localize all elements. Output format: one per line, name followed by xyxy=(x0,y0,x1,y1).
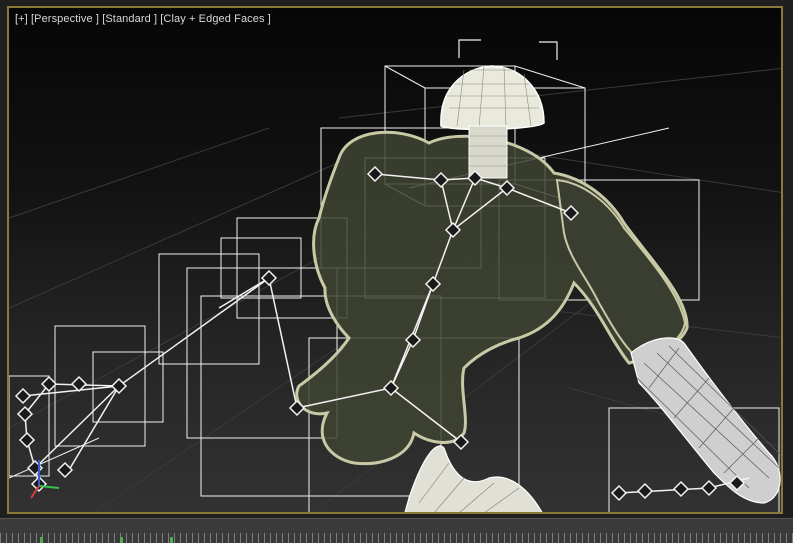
forearm-mesh xyxy=(630,337,781,504)
scene-canvas[interactable] xyxy=(9,8,783,514)
viewport-label[interactable]: [+] [Perspective ] [Standard ] [Clay + E… xyxy=(15,13,271,25)
viewport-frame: [+] [Perspective ] [Standard ] [Clay + E… xyxy=(0,0,793,518)
timeline-keyframe[interactable] xyxy=(120,537,123,543)
timeline-track[interactable] xyxy=(0,518,793,543)
timeline-keyframe[interactable] xyxy=(170,537,173,543)
viewport-menu-plus[interactable]: [+] xyxy=(15,13,28,25)
viewport-menu-mode[interactable]: [Clay + Edged Faces ] xyxy=(160,13,271,25)
neck-mesh xyxy=(468,125,508,179)
perspective-viewport[interactable]: [+] [Perspective ] [Standard ] [Clay + E… xyxy=(7,6,783,514)
character-mesh xyxy=(295,65,781,512)
selection-brackets xyxy=(458,39,558,60)
hand-mesh xyxy=(404,445,543,512)
head-mesh xyxy=(440,65,545,131)
viewport-menu-view[interactable]: [Perspective ] xyxy=(31,13,99,25)
timeline-keyframe[interactable] xyxy=(40,537,43,543)
viewport-menu-shading[interactable]: [Standard ] xyxy=(102,13,157,25)
